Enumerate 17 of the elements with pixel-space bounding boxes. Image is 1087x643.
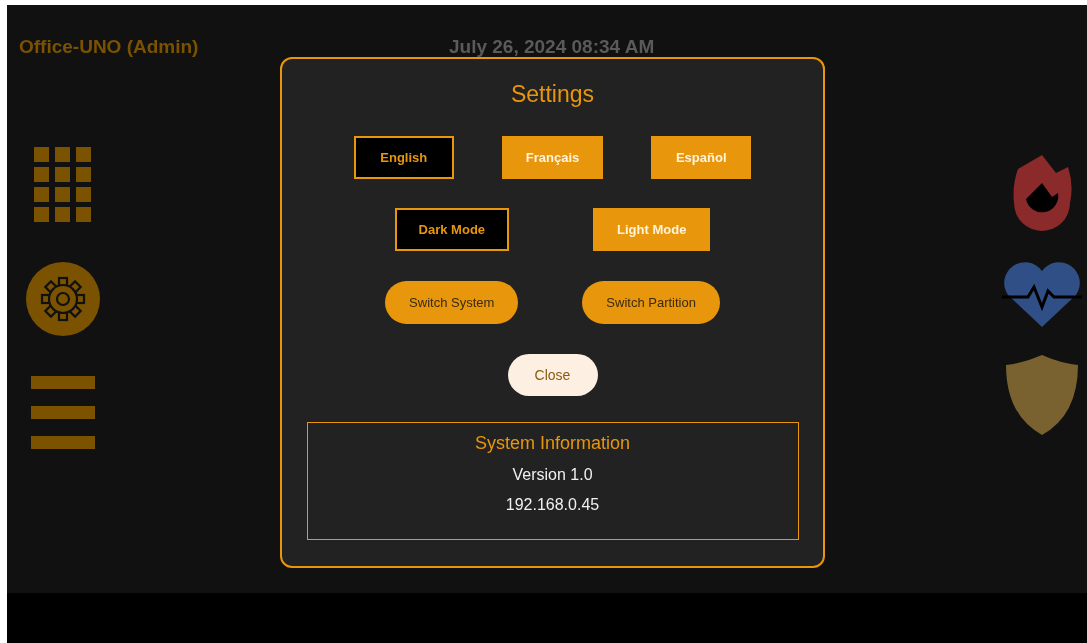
shield-icon[interactable] (1006, 355, 1078, 435)
system-info-line: Version 1.0 (512, 466, 593, 484)
app-title: Office-UNO (Admin) (19, 36, 200, 58)
heart-pulse-icon[interactable] (1002, 261, 1082, 327)
dialog-title: Settings (510, 81, 595, 108)
switch-button[interactable]: Switch System (385, 281, 519, 324)
flame-icon[interactable] (1012, 155, 1072, 233)
grid-icon[interactable] (34, 147, 92, 222)
mode-button[interactable]: Dark Mode (394, 208, 510, 251)
language-button[interactable]: English (353, 136, 454, 179)
settings-icon (40, 276, 86, 322)
switch-button[interactable]: Switch Partition (582, 281, 720, 324)
menu-icon[interactable] (31, 376, 95, 450)
system-info-title: System Information (474, 433, 631, 454)
date-time: July 26, 2024 08:34 AM (449, 36, 655, 58)
system-info-line: 192.168.0.45 (505, 496, 600, 514)
close-button[interactable]: Close (507, 354, 598, 396)
